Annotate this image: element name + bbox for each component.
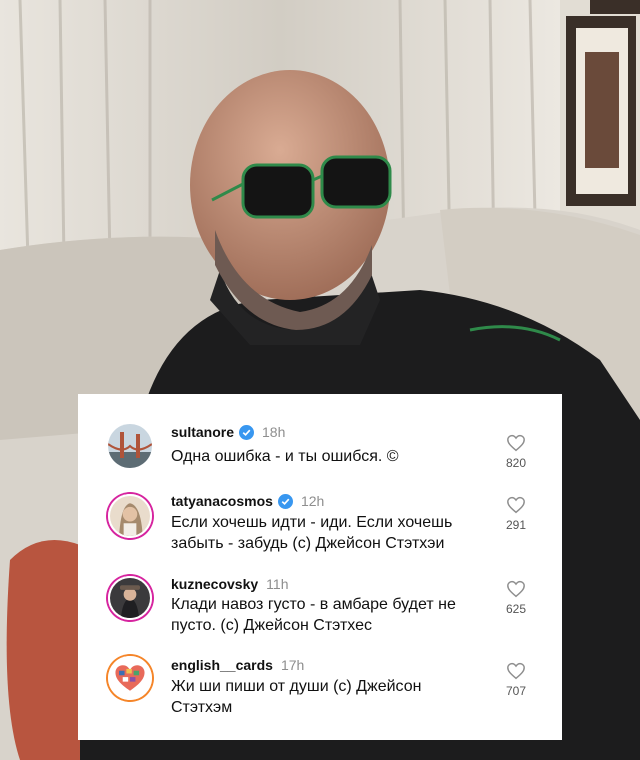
- comment-time: 18h: [262, 424, 286, 440]
- man-portrait-photo-icon: [110, 578, 150, 618]
- like-count: 291: [505, 518, 527, 532]
- woman-portrait-photo-icon: [110, 496, 150, 536]
- like-control[interactable]: 625: [501, 580, 531, 616]
- verified-badge-icon: [239, 424, 255, 440]
- comment-text: Если хочешь идти - иди. Если хочешь забы…: [171, 514, 453, 552]
- like-count: 820: [505, 456, 527, 470]
- golden-gate-photo-icon: [108, 424, 152, 468]
- like-control[interactable]: 291: [501, 496, 531, 532]
- like-control[interactable]: 820: [501, 434, 531, 470]
- comment-username[interactable]: sultanore: [171, 424, 234, 440]
- comment-text: Жи ши пиши от души (с) Джейсон Стэтхэм: [171, 678, 422, 716]
- heart-collage-photo-icon: [110, 658, 150, 698]
- avatar[interactable]: [108, 424, 152, 468]
- avatar[interactable]: [108, 576, 152, 620]
- like-count: 707: [505, 684, 527, 698]
- comment-time: 11h: [266, 576, 289, 592]
- heart-icon[interactable]: [506, 580, 526, 598]
- like-control[interactable]: 707: [501, 662, 531, 698]
- comment-text: Клади навоз густо - в амбаре будет не пу…: [171, 596, 456, 634]
- comment-time: 12h: [300, 493, 325, 509]
- comment-text: Одна ошибка - и ты ошибся. ©: [171, 448, 399, 465]
- comment-username[interactable]: tatyanacosmos: [171, 493, 273, 509]
- avatar[interactable]: [108, 494, 152, 538]
- verified-badge-icon: [277, 493, 293, 509]
- heart-icon[interactable]: [506, 662, 526, 680]
- heart-icon[interactable]: [506, 434, 526, 452]
- comment-username[interactable]: kuznecovsky: [171, 576, 258, 592]
- comments-panel: sultanore 18h Одна ошибка - и ты ошибся.…: [78, 394, 562, 740]
- avatar[interactable]: [108, 656, 152, 700]
- like-count: 625: [505, 602, 527, 616]
- post-image: sultanore 18h Одна ошибка - и ты ошибся.…: [0, 0, 640, 760]
- heart-icon[interactable]: [506, 496, 526, 514]
- comment-username[interactable]: english__cards: [171, 657, 273, 673]
- comment-time: 17h: [280, 657, 305, 673]
